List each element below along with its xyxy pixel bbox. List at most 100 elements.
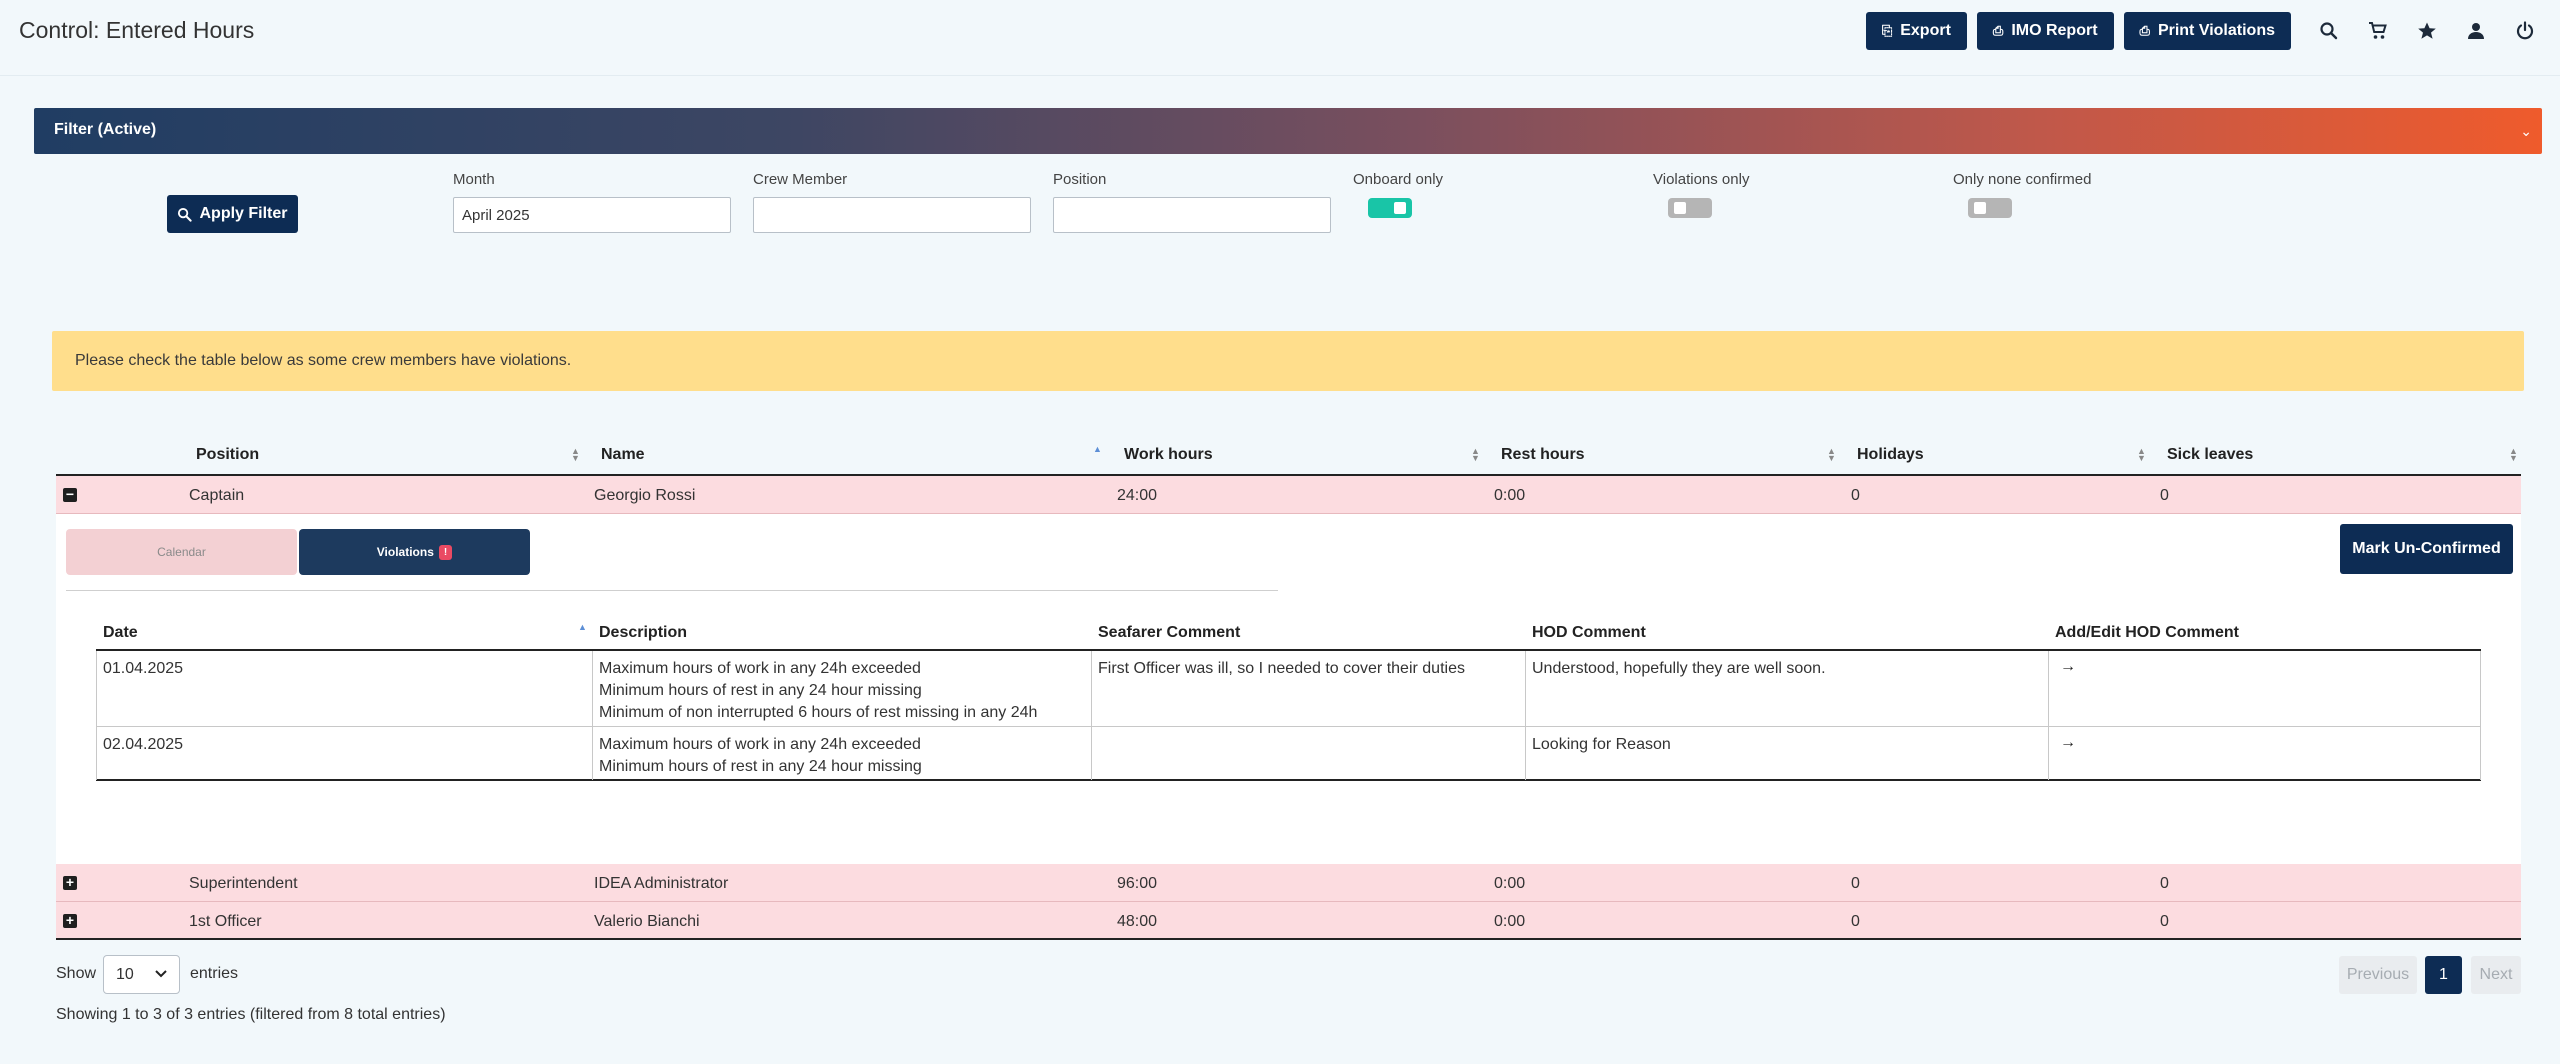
violations-alert: Please check the table below as some cre… xyxy=(52,331,2524,391)
next-page-button[interactable]: Next xyxy=(2471,956,2521,994)
search-icon xyxy=(178,207,193,222)
table-row[interactable]: + 1st Officer Valerio Bianchi 48:00 0:00… xyxy=(56,902,2521,940)
tab-calendar[interactable]: Calendar xyxy=(66,529,297,575)
table-header: Position ▲ ▼ Name ▲ Work hours ▲ ▼ Rest ho… xyxy=(56,436,2521,476)
table-row[interactable]: + Superintendent IDEA Administrator 96:0… xyxy=(56,864,2521,902)
next-label: Next xyxy=(2479,966,2513,983)
column-header-rest-hours[interactable]: Rest hours xyxy=(1501,446,1585,464)
cell-holidays: 0 xyxy=(1851,913,1860,930)
column-header-position[interactable]: Position xyxy=(196,446,259,464)
crew-member-label: Crew Member xyxy=(753,171,848,188)
cell-holidays: 0 xyxy=(1851,487,1860,504)
alert-message: Please check the table below as some cre… xyxy=(75,352,572,369)
description-line: Maximum hours of work in any 24h exceede… xyxy=(599,736,921,753)
column-header-hod-comment[interactable]: HOD Comment xyxy=(1532,624,1646,642)
imo-report-label: IMO Report xyxy=(2011,22,2098,39)
column-header-date[interactable]: Date xyxy=(103,624,138,642)
print-violations-button[interactable]: ⎙ Print Violations xyxy=(2123,12,2291,50)
violations-badge: ! xyxy=(438,544,453,560)
cell-position: Captain xyxy=(189,487,245,504)
column-header-work-hours[interactable]: Work hours xyxy=(1124,446,1213,464)
tab-violations-label: Violations xyxy=(376,545,434,559)
mark-unconfirmed-label: Mark Un-Confirmed xyxy=(2352,540,2501,557)
violations-only-toggle[interactable] xyxy=(1668,198,1712,218)
search-icon[interactable] xyxy=(2318,20,2340,42)
violation-row: 02.04.2025 Maximum hours of work in any … xyxy=(96,727,2481,781)
cell-date: 01.04.2025 xyxy=(103,660,184,677)
column-header-seafarer-comment[interactable]: Seafarer Comment xyxy=(1098,624,1240,642)
page-size-value: 10 xyxy=(116,966,134,983)
cell-rest-hours: 0:00 xyxy=(1494,875,1526,892)
imo-report-button[interactable]: ⎙ IMO Report xyxy=(1976,12,2114,50)
month-label: Month xyxy=(453,171,495,188)
chevron-down-icon[interactable]: ⌄ xyxy=(2520,123,2532,140)
expand-icon[interactable]: + xyxy=(63,913,77,928)
position-input[interactable] xyxy=(1053,197,1331,233)
cell-hod-comment: Understood, hopefully they are well soon… xyxy=(1532,660,1826,677)
violations-table-header: Date ▲ Description Seafarer Comment HOD … xyxy=(96,614,2481,651)
column-header-holidays[interactable]: Holidays xyxy=(1857,446,1924,464)
description-line: Minimum hours of rest in any 24 hour mis… xyxy=(599,682,922,699)
column-header-sick-leaves[interactable]: Sick leaves xyxy=(2167,446,2253,464)
cell-name: Valerio Bianchi xyxy=(594,913,700,930)
mark-unconfirmed-button[interactable]: Mark Un-Confirmed xyxy=(2340,524,2513,574)
cell-sick-leaves: 0 xyxy=(2160,487,2169,504)
description-line: Minimum hours of rest in any 24 hour mis… xyxy=(599,758,922,775)
cell-sick-leaves: 0 xyxy=(2160,875,2169,892)
apply-filter-button[interactable]: Apply Filter xyxy=(167,195,298,233)
cell-description: Maximum hours of work in any 24h exceede… xyxy=(599,658,1037,724)
column-header-name[interactable]: Name xyxy=(601,446,645,464)
collapse-icon[interactable]: − xyxy=(63,487,77,502)
sort-icon[interactable]: ▲ ▼ xyxy=(1827,447,1836,463)
cell-position: 1st Officer xyxy=(189,913,262,930)
chevron-down-icon xyxy=(155,970,167,978)
cell-rest-hours: 0:00 xyxy=(1494,913,1526,930)
onboard-only-label: Onboard only xyxy=(1353,171,1444,188)
export-button[interactable]: ⎘ Export xyxy=(1865,12,1967,50)
sort-asc-icon[interactable]: ▲ xyxy=(578,623,587,632)
cell-name: Georgio Rossi xyxy=(594,487,696,504)
table-info: Showing 1 to 3 of 3 entries (filtered fr… xyxy=(56,1006,446,1023)
crew-member-input[interactable] xyxy=(753,197,1031,233)
cell-rest-hours: 0:00 xyxy=(1494,487,1526,504)
print-violations-label: Print Violations xyxy=(2157,22,2275,39)
arrow-right-icon[interactable]: → xyxy=(2060,658,2076,676)
cell-sick-leaves: 0 xyxy=(2160,913,2169,930)
description-line: Maximum hours of work in any 24h exceede… xyxy=(599,660,921,677)
onboard-only-toggle[interactable] xyxy=(1368,198,1412,218)
arrow-right-icon[interactable]: → xyxy=(2060,734,2076,752)
row-detail-panel: Calendar Violations ! Mark Un-Confirmed … xyxy=(56,514,2521,864)
current-page-label: 1 xyxy=(2439,966,2448,983)
month-input[interactable] xyxy=(453,197,731,233)
filter-title: Filter (Active) xyxy=(54,121,157,138)
cell-date: 02.04.2025 xyxy=(103,736,184,753)
expand-icon[interactable]: + xyxy=(63,875,77,890)
export-label: Export xyxy=(1900,22,1951,39)
only-none-confirmed-toggle[interactable] xyxy=(1968,198,2012,218)
user-icon[interactable] xyxy=(2465,20,2487,42)
star-icon[interactable] xyxy=(2416,20,2438,42)
column-header-description[interactable]: Description xyxy=(599,624,687,642)
cell-work-hours: 48:00 xyxy=(1117,913,1158,930)
previous-page-button[interactable]: Previous xyxy=(2339,956,2417,994)
sort-icon[interactable]: ▲ ▼ xyxy=(1471,447,1480,463)
only-none-confirmed-label: Only none confirmed xyxy=(1953,171,2092,188)
page-1-button[interactable]: 1 xyxy=(2425,956,2462,994)
cart-icon[interactable] xyxy=(2367,20,2389,42)
apply-filter-label: Apply Filter xyxy=(199,205,288,222)
tab-violations[interactable]: Violations ! xyxy=(299,529,530,575)
sort-icon[interactable]: ▲ ▼ xyxy=(2137,447,2146,463)
cell-work-hours: 24:00 xyxy=(1117,487,1158,504)
column-header-add-edit-hod-comment[interactable]: Add/Edit HOD Comment xyxy=(2055,624,2239,642)
power-icon[interactable] xyxy=(2514,20,2536,42)
sort-asc-icon[interactable]: ▲ xyxy=(1093,445,1102,454)
position-label: Position xyxy=(1053,171,1107,188)
sort-icon[interactable]: ▲ ▼ xyxy=(571,447,580,463)
sort-icon[interactable]: ▲ ▼ xyxy=(2509,447,2518,463)
printer-icon: ⎙ xyxy=(1992,23,2004,38)
page-size-select[interactable]: 10 xyxy=(103,955,180,994)
filter-panel-header[interactable]: Filter (Active) ⌄ xyxy=(34,108,2542,154)
cell-description: Maximum hours of work in any 24h exceede… xyxy=(599,734,922,778)
table-row[interactable]: − Captain Georgio Rossi 24:00 0:00 0 0 xyxy=(56,476,2521,514)
cell-work-hours: 96:00 xyxy=(1117,875,1158,892)
